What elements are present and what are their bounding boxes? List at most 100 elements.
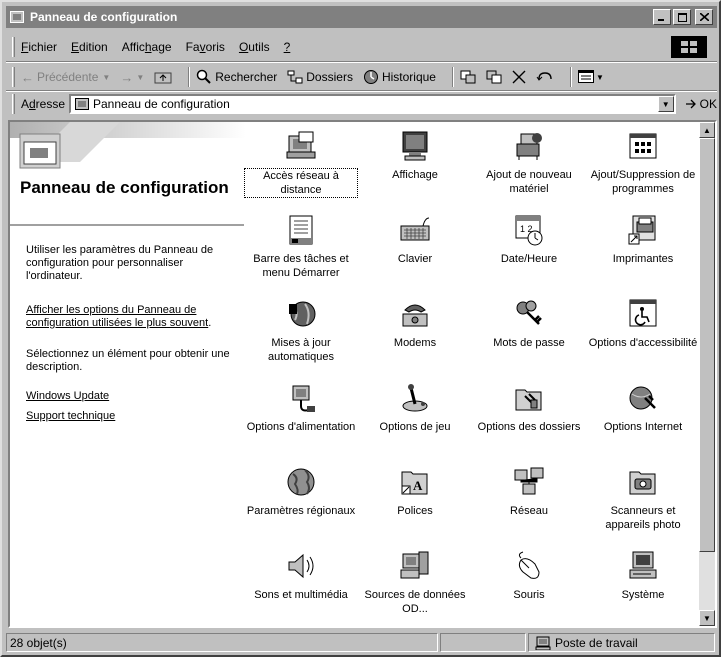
item-mots-de-passe[interactable]: Mots de passe [472, 296, 586, 350]
item-modems[interactable]: Modems [358, 296, 472, 350]
classic-view-link[interactable]: Afficher les options du Panneau de confi… [26, 304, 208, 329]
accessibility-icon [625, 296, 661, 332]
item-label: Réseau [510, 505, 548, 517]
address-bar: Adresse Panneau de configuration ▼ OK [6, 92, 717, 116]
status-bar: 28 objet(s) Poste de travail [6, 632, 717, 653]
item-imprimantes[interactable]: Imprimantes [586, 212, 700, 266]
menu-affichage[interactable]: Affichage [122, 40, 172, 54]
menu-favoris[interactable]: Favoris [186, 40, 225, 54]
search-button[interactable]: Rechercher [196, 69, 277, 85]
close-button[interactable] [695, 9, 713, 25]
status-empty-cell [440, 633, 526, 652]
go-label: OK [699, 97, 717, 111]
item-label: Ajout/Suppression de programmes [590, 169, 696, 195]
up-folder-button[interactable] [154, 70, 172, 84]
move-to-button[interactable] [460, 70, 476, 84]
copy-to-icon [486, 70, 502, 84]
menu-fichier[interactable]: Fichier [21, 40, 57, 54]
add-remove-programs-icon [625, 128, 661, 164]
address-value: Panneau de configuration [93, 97, 230, 111]
item-label: Sons et multimédia [254, 589, 348, 601]
views-icon [577, 70, 594, 83]
item-ajout-materiel[interactable]: Ajout de nouveau matériel [472, 128, 586, 196]
web-view-pane: Panneau de configuration Utiliser les pa… [10, 122, 246, 626]
item-options-internet[interactable]: Options Internet [586, 380, 700, 434]
move-to-icon [460, 70, 476, 84]
menu-help[interactable]: ? [284, 40, 291, 54]
vertical-scrollbar[interactable]: ▲ ▼ [699, 122, 715, 626]
views-dropdown-icon: ▼ [595, 72, 604, 82]
views-button[interactable]: ▼ [577, 70, 604, 84]
support-link-wrap: Support technique [26, 410, 240, 423]
delete-x-icon [512, 70, 526, 84]
item-label: Barre des tâches et menu Démarrer [253, 253, 349, 279]
maximize-button[interactable] [673, 9, 691, 25]
item-sources-donnees[interactable]: Sources de données OD... [358, 548, 472, 616]
item-parametres-regionaux[interactable]: Paramètres régionaux [244, 464, 358, 518]
modem-icon [397, 296, 433, 332]
item-mises-a-jour[interactable]: Mises à jour automatiques [244, 296, 358, 364]
history-button[interactable]: Historique [363, 69, 436, 85]
windows-update-link-wrap: Windows Update [26, 390, 240, 403]
forward-button[interactable]: → ▼ [120, 70, 144, 85]
item-label: Système [621, 589, 665, 601]
item-options-jeu[interactable]: Options de jeu [358, 380, 472, 434]
title-bar[interactable]: Panneau de configuration [6, 6, 717, 28]
scanner-camera-icon [625, 464, 661, 500]
folder-options-icon [511, 380, 547, 416]
menubar-separator [6, 61, 717, 63]
folders-icon [287, 70, 303, 84]
item-options-dossiers[interactable]: Options des dossiers [472, 380, 586, 434]
item-accessibilite[interactable]: Options d'accessibilité [586, 296, 700, 350]
scroll-down-button[interactable]: ▼ [699, 610, 715, 626]
status-zone: Poste de travail [528, 633, 715, 652]
item-scanneurs[interactable]: Scanneurs et appareils photo [586, 464, 700, 532]
item-alimentation[interactable]: Options d'alimentation [244, 380, 358, 434]
address-input[interactable]: Panneau de configuration ▼ [69, 94, 676, 114]
item-ajout-suppression[interactable]: Ajout/Suppression de programmes [586, 128, 700, 196]
items-grid: Accès réseau à distance Affichage Ajout … [244, 122, 697, 626]
toolbar-grip[interactable] [12, 67, 15, 87]
add-hardware-icon [511, 128, 547, 164]
pane-divider [10, 224, 244, 226]
item-sons[interactable]: Sons et multimédia [244, 548, 358, 602]
chevron-down-icon: ▼ [661, 99, 670, 109]
item-reseau[interactable]: Réseau [472, 464, 586, 518]
item-label: Options des dossiers [477, 421, 581, 433]
maximize-icon [677, 12, 687, 22]
copy-to-button[interactable] [486, 70, 502, 84]
scroll-up-button[interactable]: ▲ [699, 122, 715, 138]
support-technique-link[interactable]: Support technique [26, 410, 115, 422]
item-polices[interactable]: A Polices [358, 464, 472, 518]
minimize-button[interactable] [653, 9, 671, 25]
game-controller-icon [397, 380, 433, 416]
item-label: Souris [513, 589, 545, 601]
go-button[interactable]: OK [684, 97, 717, 111]
item-barre-taches[interactable]: Barre des tâches et menu Démarrer [244, 212, 358, 280]
item-systeme[interactable]: Système [586, 548, 700, 602]
scroll-thumb[interactable] [699, 138, 715, 552]
forward-arrow-icon: → [120, 69, 134, 85]
menu-edition[interactable]: Edition [71, 40, 108, 54]
folders-button[interactable]: Dossiers [287, 70, 353, 84]
item-clavier[interactable]: Clavier [358, 212, 472, 266]
item-acces-reseau[interactable]: Accès réseau à distance [244, 128, 358, 198]
pane-title: Panneau de configuration [20, 178, 229, 197]
search-icon [196, 69, 211, 84]
windows-update-link[interactable]: Windows Update [26, 390, 109, 402]
window-title: Panneau de configuration [30, 10, 178, 24]
dialup-icon [283, 128, 319, 164]
item-date-heure[interactable]: 1 2 Date/Heure [472, 212, 586, 266]
undo-button[interactable] [536, 71, 554, 83]
menubar-grip[interactable] [12, 37, 15, 57]
item-affichage[interactable]: Affichage [358, 128, 472, 182]
item-label: Mises à jour automatiques [267, 337, 335, 363]
item-souris[interactable]: Souris [472, 548, 586, 602]
delete-button[interactable] [512, 70, 526, 84]
menu-outils[interactable]: Outils [239, 40, 270, 54]
item-label: Options d'accessibilité [588, 337, 698, 349]
addressbar-grip[interactable] [12, 94, 15, 114]
date-time-icon: 1 2 [511, 212, 547, 248]
back-button[interactable]: ← Précédente ▼ [21, 70, 110, 85]
address-dropdown-button[interactable]: ▼ [657, 96, 674, 112]
